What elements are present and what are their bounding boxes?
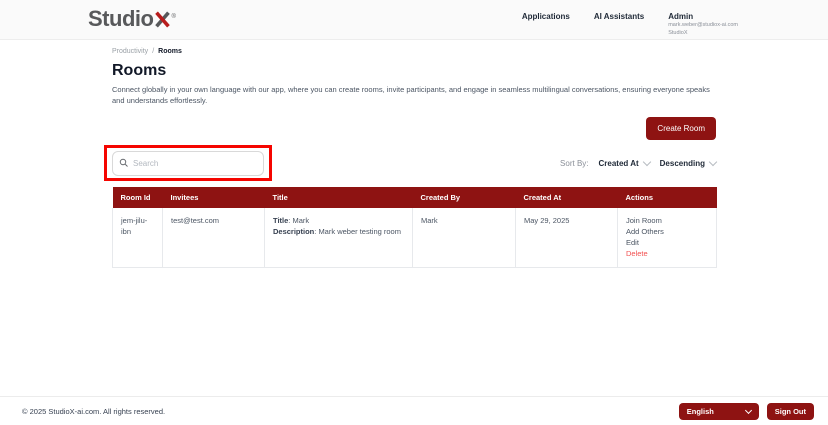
sort-by-label: Sort By: (560, 159, 589, 168)
search-icon (119, 158, 128, 167)
main-content: Productivity / Rooms Rooms Connect globa… (104, 48, 718, 268)
app-footer: © 2025 StudioX-ai.com. All rights reserv… (0, 396, 828, 425)
search-field-container (112, 151, 264, 176)
cell-created-by: Mark (412, 207, 516, 268)
sort-field-dropdown[interactable]: Created At (598, 157, 651, 168)
cell-actions: Join Room Add Others Edit Delete (617, 207, 717, 268)
search-input[interactable] (112, 151, 264, 176)
user-email: mark.weber@studiox-ai.com (668, 22, 738, 29)
user-menu[interactable]: Admin mark.weber@studiox-ai.com StudioX (668, 12, 738, 37)
studiox-logo[interactable]: Studio ® (88, 0, 176, 32)
logo-x-icon (155, 11, 171, 28)
sort-field-value: Created At (598, 159, 639, 168)
app-header: Studio ® Applications AI Assistants Admi… (0, 0, 828, 40)
create-room-row: Create Room (112, 116, 716, 140)
language-value: English (686, 406, 714, 416)
breadcrumb: Productivity / Rooms (112, 48, 716, 55)
user-name: Admin (668, 12, 694, 21)
language-select[interactable]: English (678, 402, 759, 420)
cell-created-at: May 29, 2025 (515, 207, 618, 268)
title-label: Title (273, 215, 289, 225)
cell-title: Title: Mark Description: Mark weber test… (264, 207, 413, 268)
add-others-link[interactable]: Add Others (626, 226, 708, 237)
user-org: StudioX (668, 29, 688, 36)
copyright-text: © 2025 StudioX-ai.com. All rights reserv… (22, 406, 166, 416)
title-value: Mark (292, 215, 310, 225)
footer-actions: English Sign Out (678, 402, 814, 420)
sort-controls: Sort By: Created At Descending (560, 157, 718, 168)
description-label: Description (273, 226, 315, 236)
nav-item-applications[interactable]: Applications (522, 12, 570, 37)
chevron-down-icon (708, 157, 718, 167)
header-invitees: Invitees (162, 186, 265, 208)
controls-row: Sort By: Created At Descending (104, 145, 718, 181)
join-room-link[interactable]: Join Room (626, 215, 708, 226)
sort-direction-dropdown[interactable]: Descending (659, 157, 718, 168)
breadcrumb-separator: / (152, 48, 155, 55)
chevron-down-icon (642, 157, 651, 167)
header-created-at: Created At (515, 186, 618, 208)
page-title: Rooms (112, 62, 167, 79)
logo-text: Studio (88, 6, 154, 31)
cell-invitees: test@test.com (162, 207, 265, 268)
table-header-row: Room Id Invitees Title Created By Create… (112, 186, 717, 208)
header-room-id: Room Id (112, 186, 163, 208)
table-row: jem-jilu-ibn test@test.com Title: Mark D… (112, 207, 717, 268)
header-title: Title (264, 186, 413, 208)
registered-mark: ® (171, 14, 176, 20)
chevron-down-icon (744, 406, 752, 414)
sign-out-button[interactable]: Sign Out (766, 402, 814, 420)
search-wrap (104, 145, 272, 181)
breadcrumb-rooms[interactable]: Rooms (158, 48, 182, 55)
description-value: Mark weber testing room (318, 226, 401, 236)
sort-direction-value: Descending (659, 159, 705, 168)
rooms-table: Room Id Invitees Title Created By Create… (112, 186, 717, 268)
header-created-by: Created By (412, 186, 516, 208)
header-actions: Actions (617, 186, 717, 208)
breadcrumb-productivity[interactable]: Productivity (112, 48, 148, 55)
create-room-button[interactable]: Create Room (646, 116, 716, 140)
cell-room-id: jem-jilu-ibn (112, 207, 163, 268)
nav-item-ai-assistants[interactable]: AI Assistants (594, 12, 644, 37)
page-description: Connect globally in your own language wi… (112, 85, 710, 106)
edit-link[interactable]: Edit (626, 237, 708, 248)
delete-link[interactable]: Delete (626, 248, 708, 259)
top-nav: Applications AI Assistants Admin mark.we… (522, 0, 738, 37)
